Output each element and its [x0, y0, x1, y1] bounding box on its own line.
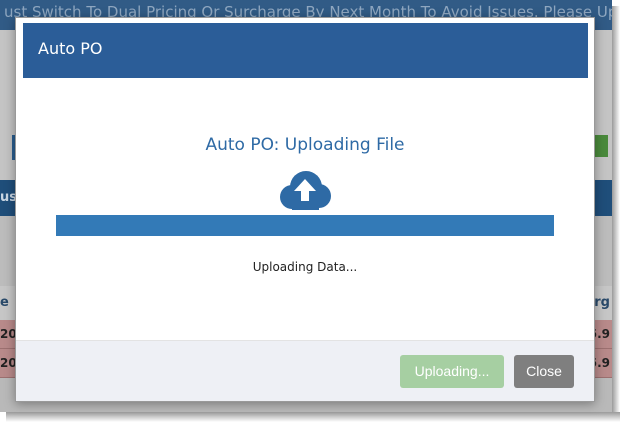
auto-po-modal: Auto PO Auto PO: Uploading File Uploadin…	[15, 17, 595, 402]
page-shadow-bottom	[6, 412, 620, 422]
close-button[interactable]: Close	[514, 355, 574, 388]
upload-progress-bar	[56, 215, 554, 236]
modal-footer: Uploading... Close	[16, 340, 594, 401]
page-shadow-right	[612, 6, 620, 418]
upload-heading: Auto PO: Uploading File	[205, 135, 405, 155]
uploading-button[interactable]: Uploading...	[400, 355, 504, 388]
upload-status: Uploading Data...	[252, 260, 358, 274]
modal-title: Auto PO	[38, 39, 103, 58]
cloud-upload-icon	[280, 171, 331, 210]
modal-body: Auto PO: Uploading File Uploading Data..…	[16, 78, 594, 340]
modal-header: Auto PO	[23, 23, 588, 78]
background-column-left: e	[0, 295, 9, 310]
upload-progress-fill	[56, 215, 554, 236]
